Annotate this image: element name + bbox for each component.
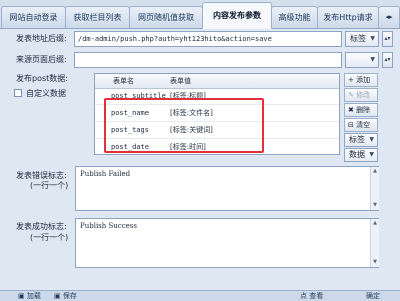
column-header-name[interactable]: 表单名 [113,74,134,88]
tab-category-list[interactable]: 获取栏目列表 [65,6,130,28]
tab-publish-params[interactable]: 内容发布参数 [202,2,272,29]
chevron-down-icon: ▼ [369,136,374,143]
scroll-down-icon[interactable]: ▼ [371,201,379,210]
error-flag-textarea[interactable]: Publish Failed [75,166,379,211]
scroll-up-icon[interactable]: ▲ [371,219,379,228]
add-button[interactable]: + 添加 [344,73,378,87]
delete-button[interactable]: ✖ 删除 [344,103,378,117]
tab-random-value[interactable]: 网页随机值获取 [129,6,203,28]
referer-combo[interactable]: ▼ [345,52,379,68]
scroll-down-icon[interactable]: ▼ [371,258,379,267]
clear-button[interactable]: ⊟ 清空 [344,118,378,132]
referer-label: 来源页面后缀: [16,55,67,64]
chevron-down-icon: ▼ [370,56,375,63]
custom-data-checkbox[interactable] [14,89,22,97]
table-header: 表单名 表单值 [95,74,339,89]
edit-button[interactable]: ✎ 修改 [344,88,378,102]
highlight-box [104,98,264,153]
table-tag-combo[interactable]: 标签 ▼ [344,133,378,147]
chevron-down-icon: ▼ [369,151,374,158]
table-tag-combo-label: 标签 [349,135,365,144]
tab-advanced[interactable]: 高级功能 [271,6,318,28]
referer-input[interactable] [74,52,342,68]
success-flag-label: 发表成功标志: [16,222,67,231]
referer-spin-button[interactable]: ▴▾ [382,52,393,68]
column-header-value[interactable]: 表单值 [170,74,191,88]
error-flag-text: Publish Failed [80,170,131,178]
post-url-label: 发表地址后缀: [16,34,67,43]
footer-bar: ▣ 加载 ▣ 保存 点 查看 确定 [0,290,400,301]
success-flag-textarea[interactable]: Publish Success [75,218,379,268]
data-combo-label: 数据 [349,150,365,159]
post-url-tag-combo-label: 标签 [350,34,366,43]
post-url-input[interactable]: /dm-admin/push.php?auth=yht123hito&actio… [74,31,342,47]
success-flag-sublabel: (一行一个) [30,233,69,242]
data-combo[interactable]: 数据 ▼ [344,148,378,162]
tab-http-request[interactable]: 发布Http请求 [317,6,379,28]
custom-data-label: 自定义数据 [26,89,66,98]
post-url-spin-button[interactable]: ▴▾ [382,31,393,47]
tab-site-login[interactable]: 网站自动登录 [1,6,66,28]
post-data-label: 发布post数据: [16,74,68,83]
error-flag-sublabel: (一行一个) [30,181,69,190]
scroll-up-icon[interactable]: ▲ [371,167,379,176]
chevron-down-icon: ▼ [370,35,375,42]
tab-scroll-arrows[interactable]: ◂▸ [378,6,400,28]
error-scrollbar[interactable]: ▲ ▼ [370,167,379,210]
success-flag-text: Publish Success [80,222,137,230]
post-url-tag-combo[interactable]: 标签 ▼ [345,31,379,47]
success-scrollbar[interactable]: ▲ ▼ [370,219,379,267]
tab-bar: 网站自动登录 获取栏目列表 网页随机值获取 内容发布参数 高级功能 发布Http… [0,0,400,29]
